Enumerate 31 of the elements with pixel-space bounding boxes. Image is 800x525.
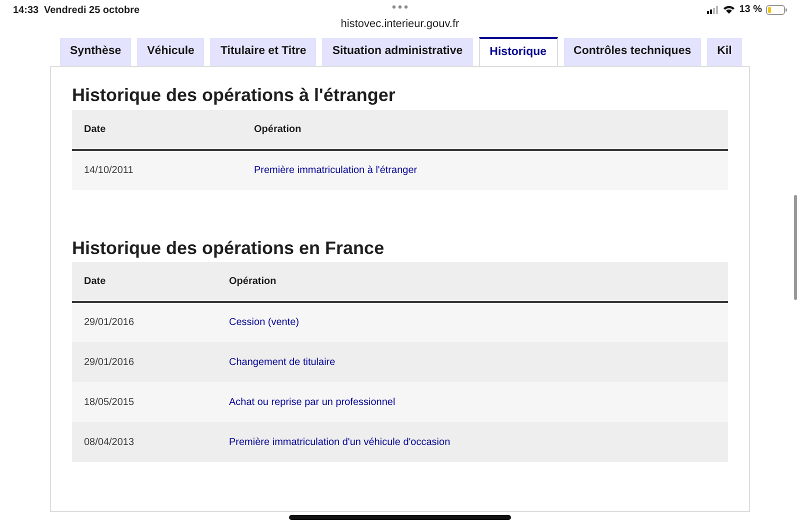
battery-icon xyxy=(766,4,788,14)
battery-percent: 13 % xyxy=(739,3,762,17)
date-cell: 14/10/2011 xyxy=(72,150,242,190)
status-date: Vendredi 25 octobre xyxy=(44,4,140,18)
tab[interactable]: Titulaire et Titre xyxy=(210,38,316,66)
operation-link[interactable]: Changement de titulaire xyxy=(229,356,336,368)
date-cell: 18/05/2015 xyxy=(72,382,217,422)
operation-link[interactable]: Cession (vente) xyxy=(229,317,300,328)
operation-link[interactable]: Achat ou reprise par un professionnel xyxy=(229,396,396,408)
date-cell: 29/01/2016 xyxy=(72,302,217,342)
tab[interactable]: Contrôles techniques xyxy=(564,38,702,66)
column-header: Date xyxy=(72,110,242,150)
wifi-icon xyxy=(723,5,736,14)
operation-link[interactable]: Première immatriculation à l'étranger xyxy=(254,164,418,176)
section-heading: Historique des opérations en France xyxy=(72,238,386,260)
status-time: 14:33 xyxy=(13,4,39,18)
tab[interactable]: Véhicule xyxy=(137,38,204,66)
tab[interactable]: Kil xyxy=(707,38,742,66)
more-icon[interactable] xyxy=(392,5,408,9)
date-cell: 08/04/2013 xyxy=(72,422,217,462)
url-text[interactable]: histovec.interieur.gouv.fr xyxy=(0,16,800,32)
section-heading: Historique des opérations à l'étranger xyxy=(72,85,396,107)
tab[interactable]: Synthèse xyxy=(60,38,132,66)
operation-link[interactable]: Première immatriculation d'un véhicule d'occasion xyxy=(229,436,450,448)
column-header: Opération xyxy=(217,262,728,302)
date-cell: 29/01/2016 xyxy=(72,342,217,382)
column-header: Date xyxy=(72,262,217,302)
signal-icon xyxy=(707,6,720,14)
tab[interactable]: Historique xyxy=(478,37,558,66)
tab[interactable]: Situation administrative xyxy=(322,38,473,66)
column-header: Opération xyxy=(242,110,728,150)
